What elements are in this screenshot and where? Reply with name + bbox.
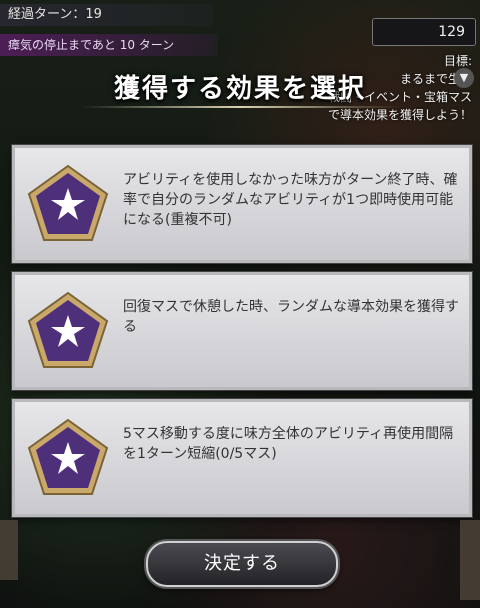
side-panel-left — [0, 520, 18, 580]
side-panel-right — [460, 520, 480, 600]
miasma-timer: 瘴気の停止まであと 10 ターン — [0, 34, 218, 56]
turn-counter: 経過ターン：19 — [0, 4, 213, 26]
hud-top: 経過ターン：19 瘴気の停止まであと 10 ターン 129 — [0, 0, 480, 60]
option-card-2[interactable]: 回復マスで休憩した時、ランダムな導本効果を獲得する — [12, 272, 472, 390]
star-pentagon-icon — [25, 416, 111, 498]
star-pentagon-icon — [25, 162, 111, 244]
confirm-button[interactable]: 決定する — [146, 541, 338, 587]
goal-line-3: で導本効果を獲得しよう！ — [327, 108, 472, 122]
title-divider — [80, 106, 400, 108]
option-card-1[interactable]: アビリティを使用しなかった味方がターン終了時、確率で自分のランダムなアビリティが… — [12, 145, 472, 263]
dialog-title: 獲得する効果を選択 — [113, 74, 366, 104]
option-description: 5マス移動する度に味方全体のアビリティ再使用間隔を1ターン短縮(0/5マス) — [123, 426, 454, 462]
option-description: 回復マスで休憩した時、ランダムな導本効果を獲得する — [123, 299, 459, 335]
currency-counter: 129 — [372, 18, 476, 46]
star-pentagon-icon — [25, 289, 111, 371]
option-description: アビリティを使用しなかった味方がターン終了時、確率で自分のランダムなアビリティが… — [123, 172, 458, 228]
option-card-3[interactable]: 5マス移動する度に味方全体のアビリティ再使用間隔を1ターン短縮(0/5マス) — [12, 399, 472, 517]
